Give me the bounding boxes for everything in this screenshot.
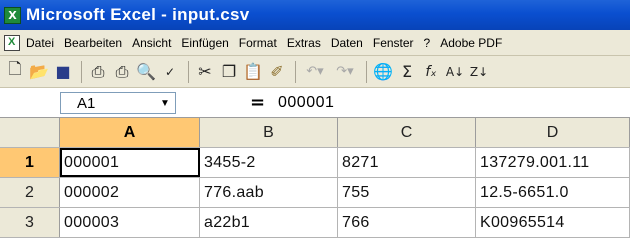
menu-help[interactable]: ? xyxy=(424,36,431,50)
column-header-b[interactable]: B xyxy=(200,118,338,147)
menu-bearbeiten[interactable]: Bearbeiten xyxy=(64,36,122,50)
new-icon[interactable]: 🗋 xyxy=(4,59,26,83)
sort-descending-icon[interactable]: Z↓ xyxy=(468,61,490,83)
table-row: 3 000003 a22b1 766 K00965514 xyxy=(0,208,630,238)
menu-einfuegen[interactable]: Einfügen xyxy=(181,36,228,50)
page-preview-icon[interactable]: 🔍 xyxy=(135,61,157,83)
menu-format[interactable]: Format xyxy=(239,36,277,50)
undo-icon[interactable]: ↶▾ xyxy=(301,61,329,83)
print-icon[interactable]: ⎙ xyxy=(87,61,109,83)
cell-c2[interactable]: 755 xyxy=(338,178,476,207)
print-preview-icon[interactable]: ⎙ xyxy=(111,61,133,83)
column-header-d[interactable]: D xyxy=(476,118,630,147)
column-header-a[interactable]: A xyxy=(60,118,200,147)
column-header-row: A B C D xyxy=(0,118,630,148)
fill-handle[interactable] xyxy=(197,175,199,177)
table-row: 2 000002 776.aab 755 12.5-6651.0 xyxy=(0,178,630,208)
format-painter-icon[interactable]: ✐ xyxy=(266,61,288,83)
title-bar: X Microsoft Excel - input.csv xyxy=(0,0,630,30)
column-header-c[interactable]: C xyxy=(338,118,476,147)
formula-bar: A1 ▼ = 000001 xyxy=(0,88,630,118)
cell-d1[interactable]: 137279.001.11 xyxy=(476,148,630,177)
formula-input[interactable]: 000001 xyxy=(278,92,618,114)
menu-adobe-pdf[interactable]: Adobe PDF xyxy=(440,36,502,50)
cell-a1[interactable]: 000001 xyxy=(60,148,200,177)
name-box-value: A1 xyxy=(77,94,96,112)
menu-extras[interactable]: Extras xyxy=(287,36,321,50)
sort-ascending-icon[interactable]: A↓ xyxy=(444,61,466,83)
table-row: 1 000001 3455-2 8271 137279.001.11 xyxy=(0,148,630,178)
chevron-down-icon[interactable]: ▼ xyxy=(157,95,173,111)
cut-icon[interactable]: ✂ xyxy=(194,61,216,83)
hyperlink-icon[interactable]: 🌐 xyxy=(372,61,394,83)
cell-a2[interactable]: 000002 xyxy=(60,178,200,207)
window-title: Microsoft Excel - input.csv xyxy=(26,5,250,24)
function-icon[interactable]: fₓ xyxy=(420,61,442,83)
menu-datei[interactable]: Datei xyxy=(26,36,54,50)
cell-d2[interactable]: 12.5-6651.0 xyxy=(476,178,630,207)
menu-fenster[interactable]: Fenster xyxy=(373,36,414,50)
cell-b1[interactable]: 3455-2 xyxy=(200,148,338,177)
menu-bar: Datei Bearbeiten Ansicht Einfügen Format… xyxy=(0,30,630,56)
save-icon[interactable]: ■ xyxy=(52,61,74,83)
cell-c3[interactable]: 766 xyxy=(338,208,476,237)
paste-icon[interactable]: 📋 xyxy=(242,61,264,83)
autosum-icon[interactable]: Σ xyxy=(396,61,418,83)
row-header-1[interactable]: 1 xyxy=(0,148,60,177)
select-all-corner[interactable] xyxy=(0,118,60,147)
cell-d3[interactable]: K00965514 xyxy=(476,208,630,237)
toolbar-separator xyxy=(295,60,296,83)
spell-check-icon[interactable]: ✓ xyxy=(159,61,181,83)
row-header-3[interactable]: 3 xyxy=(0,208,60,237)
open-icon[interactable]: 📂 xyxy=(28,61,50,83)
document-icon[interactable] xyxy=(4,34,20,51)
cell-a3[interactable]: 000003 xyxy=(60,208,200,237)
row-header-2[interactable]: 2 xyxy=(0,178,60,207)
formula-equals-button[interactable]: = xyxy=(250,92,265,113)
standard-toolbar: 🗋 📂 ■ ⎙ ⎙ 🔍 ✓ ✂ ❐ 📋 ✐ ↶▾ ↷▾ 🌐 Σ fₓ A↓ Z↓ xyxy=(0,56,630,88)
toolbar-separator xyxy=(366,60,367,83)
cell-a1-value: 000001 xyxy=(64,153,120,171)
name-box[interactable]: A1 ▼ xyxy=(60,92,176,114)
redo-icon[interactable]: ↷▾ xyxy=(331,61,359,83)
cell-b3[interactable]: a22b1 xyxy=(200,208,338,237)
cell-b2[interactable]: 776.aab xyxy=(200,178,338,207)
excel-app-icon[interactable]: X xyxy=(4,6,21,24)
spreadsheet-grid: A B C D 1 000001 3455-2 8271 137279.001.… xyxy=(0,118,630,238)
toolbar-separator xyxy=(81,60,82,83)
toolbar-separator xyxy=(188,60,189,83)
menu-ansicht[interactable]: Ansicht xyxy=(132,36,171,50)
menu-daten[interactable]: Daten xyxy=(331,36,363,50)
cell-c1[interactable]: 8271 xyxy=(338,148,476,177)
copy-icon[interactable]: ❐ xyxy=(218,61,240,83)
